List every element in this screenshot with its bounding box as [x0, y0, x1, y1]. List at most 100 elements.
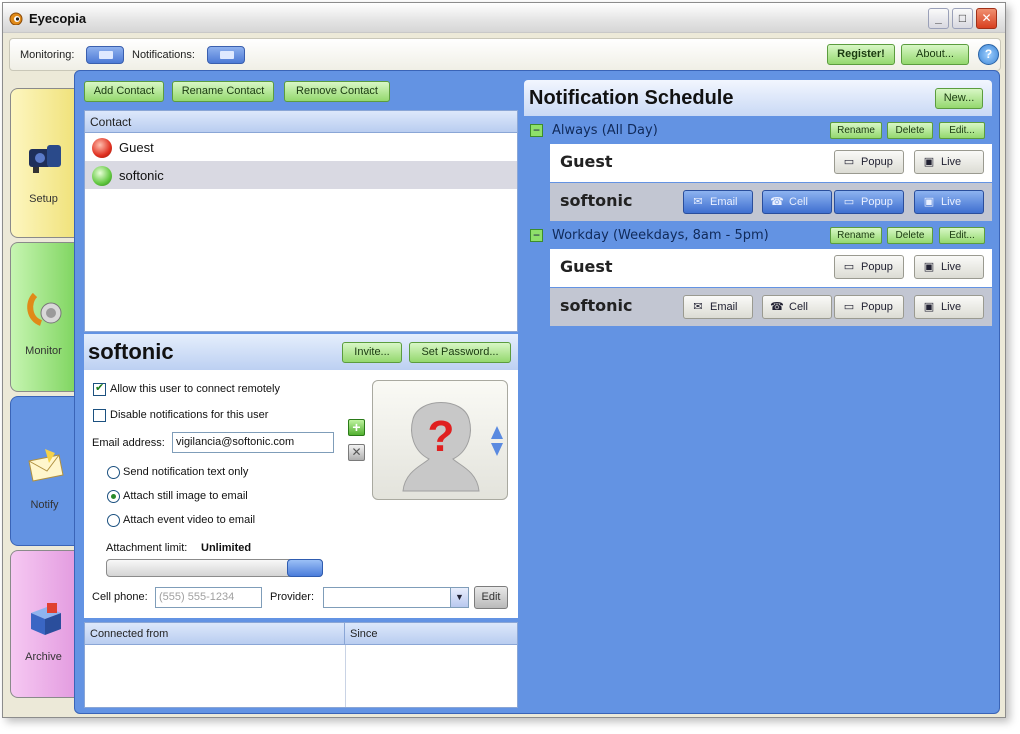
invite-button[interactable]: Invite...: [342, 342, 402, 363]
schedule-row-name: softonic: [560, 191, 633, 210]
schedule-title: Notification Schedule: [529, 87, 734, 109]
schedule-row-guest: Guest ▭ Popup ▣ Live: [550, 144, 992, 182]
edit-schedule-button[interactable]: Edit...: [939, 227, 985, 244]
live-icon: ▣: [923, 156, 935, 168]
schedule-row-name: Guest: [560, 152, 613, 171]
status-offline-icon: [92, 138, 112, 158]
live-toggle[interactable]: ▣ Live: [914, 255, 984, 279]
popup-toggle[interactable]: ▭ Popup: [834, 295, 904, 319]
radio-event-video-label: Attach event video to email: [123, 514, 256, 526]
tab-archive[interactable]: Archive: [10, 550, 76, 698]
tab-notify-label: Notify: [30, 499, 59, 511]
eye-logo-icon: [9, 12, 23, 25]
rename-schedule-button[interactable]: Rename: [830, 122, 882, 139]
toggle-knob: [220, 51, 234, 59]
minimize-button[interactable]: _: [928, 8, 949, 29]
live-toggle[interactable]: ▣ Live: [914, 190, 984, 214]
register-button[interactable]: Register!: [827, 44, 895, 65]
email-field[interactable]: vigilancia@softonic.com: [172, 432, 334, 453]
schedule-row-softonic: softonic ✉ Email ☎ Cell ▭ Popup ▣ Live: [550, 288, 992, 326]
email-icon: ✉: [693, 196, 703, 208]
help-button[interactable]: ?: [978, 44, 999, 65]
photo-scroll-arrows-icon[interactable]: [490, 424, 504, 458]
connections-table: Connected from Since: [84, 622, 518, 708]
monitor-eye-icon: [27, 292, 62, 326]
camera-icon: [29, 145, 61, 173]
schedule-row-softonic: softonic ✉ Email ☎ Cell ▭ Popup ▣ Live: [550, 183, 992, 221]
email-toggle[interactable]: ✉ Email: [683, 295, 753, 319]
delete-schedule-button[interactable]: Delete: [887, 122, 933, 139]
cell-toggle[interactable]: ☎ Cell: [762, 295, 832, 319]
contact-detail-title: softonic: [88, 339, 174, 364]
popup-icon: ▭: [843, 156, 855, 168]
rename-schedule-button[interactable]: Rename: [830, 227, 882, 244]
popup-icon: ▭: [843, 261, 855, 273]
cell-icon: ☎: [770, 196, 784, 208]
radio-text-only-label: Send notification text only: [123, 466, 249, 478]
tab-monitor-label: Monitor: [25, 345, 62, 357]
title-bar: Eyecopia _ □ ✕: [3, 3, 1005, 33]
schedule-row-name: softonic: [560, 296, 633, 315]
about-button[interactable]: About...: [901, 44, 969, 65]
attachment-limit-slider-thumb[interactable]: [287, 559, 323, 577]
maximize-button[interactable]: □: [952, 8, 973, 29]
monitoring-label: Monitoring:: [20, 49, 75, 61]
schedule-header: Notification Schedule: [524, 80, 992, 116]
provider-label: Provider:: [270, 591, 315, 603]
provider-select[interactable]: [323, 587, 469, 608]
tab-notify[interactable]: Notify: [10, 396, 78, 546]
since-header[interactable]: Since: [345, 623, 517, 645]
email-toggle[interactable]: ✉ Email: [683, 190, 753, 214]
contact-photo[interactable]: ?: [372, 380, 508, 500]
radio-event-video[interactable]: [107, 514, 120, 527]
chevron-down-icon[interactable]: ▼: [450, 588, 468, 607]
photo-question-mark: ?: [428, 412, 455, 461]
window-title: Eyecopia: [29, 11, 87, 26]
tab-setup-label: Setup: [29, 193, 58, 205]
radio-text-only[interactable]: [107, 466, 120, 479]
popup-toggle[interactable]: ▭ Popup: [834, 150, 904, 174]
add-email-icon[interactable]: +: [348, 419, 365, 436]
contact-list: Contact Guest softonic: [84, 110, 518, 332]
schedule-group-label: Workday (Weekdays, 8am - 5pm): [552, 228, 769, 243]
contact-name: softonic: [119, 168, 164, 183]
set-password-button[interactable]: Set Password...: [409, 342, 511, 363]
contact-row-guest[interactable]: Guest: [85, 133, 517, 161]
collapse-icon[interactable]: −: [530, 229, 543, 242]
connected-from-header[interactable]: Connected from: [85, 623, 345, 645]
remove-contact-button[interactable]: Remove Contact: [284, 81, 390, 102]
delete-schedule-button[interactable]: Delete: [887, 227, 933, 244]
cell-toggle[interactable]: ☎ Cell: [762, 190, 832, 214]
rename-contact-button[interactable]: Rename Contact: [172, 81, 274, 102]
schedule-group-label: Always (All Day): [552, 123, 658, 138]
email-label: Email address:: [92, 437, 165, 449]
cell-phone-field[interactable]: (555) 555-1234: [155, 587, 262, 608]
attachment-limit-value: Unlimited: [201, 542, 252, 554]
schedule-row-guest: Guest ▭ Popup ▣ Live: [550, 249, 992, 287]
popup-toggle[interactable]: ▭ Popup: [834, 255, 904, 279]
live-toggle[interactable]: ▣ Live: [914, 150, 984, 174]
radio-still-image[interactable]: [107, 490, 120, 503]
add-contact-button[interactable]: Add Contact: [84, 81, 164, 102]
unknown-user-icon: ?: [402, 402, 480, 492]
monitoring-toggle[interactable]: [86, 46, 124, 64]
disable-notifications-checkbox[interactable]: [93, 409, 106, 422]
disable-notifications-label: Disable notifications for this user: [110, 409, 269, 421]
live-toggle[interactable]: ▣ Live: [914, 295, 984, 319]
collapse-icon[interactable]: −: [530, 124, 543, 137]
allow-remote-checkbox[interactable]: [93, 381, 106, 396]
tab-setup[interactable]: Setup: [10, 88, 76, 238]
cell-phone-label: Cell phone:: [92, 591, 148, 603]
contact-row-softonic[interactable]: softonic: [85, 161, 517, 189]
contact-column-header[interactable]: Contact: [85, 111, 517, 133]
edit-schedule-button[interactable]: Edit...: [939, 122, 985, 139]
popup-toggle[interactable]: ▭ Popup: [834, 190, 904, 214]
toolbar: Monitoring: Notifications: Register! Abo…: [9, 38, 1001, 71]
remove-email-icon[interactable]: ✕: [348, 444, 365, 461]
popup-icon: ▭: [843, 196, 855, 208]
new-schedule-button[interactable]: New...: [935, 88, 983, 109]
close-button[interactable]: ✕: [976, 8, 997, 29]
notifications-toggle[interactable]: [207, 46, 245, 64]
tab-monitor[interactable]: Monitor: [10, 242, 76, 392]
provider-edit-button[interactable]: Edit: [474, 586, 508, 609]
